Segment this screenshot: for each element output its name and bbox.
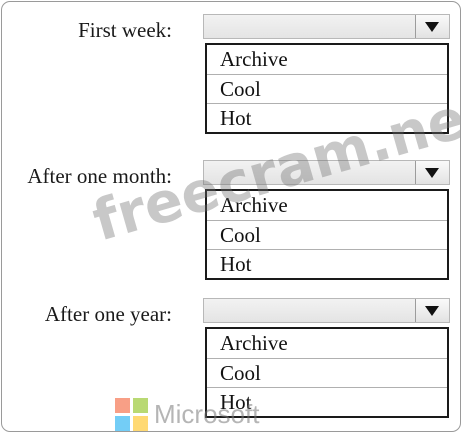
option-archive[interactable]: Archive xyxy=(207,191,447,220)
dropdown-arrow-button[interactable] xyxy=(415,299,449,322)
option-cool[interactable]: Cool xyxy=(207,220,447,249)
logo-square-blue xyxy=(115,416,130,431)
dropdown-selected-value[interactable] xyxy=(204,161,416,184)
dropdown-arrow-button[interactable] xyxy=(415,161,449,184)
question-label-after-one-year: After one year: xyxy=(44,302,172,326)
caret-down-icon xyxy=(425,306,439,316)
option-archive[interactable]: Archive xyxy=(207,45,447,74)
after-one-year-dropdown[interactable] xyxy=(203,298,450,323)
option-hot[interactable]: Hot xyxy=(207,387,447,416)
dropdown-selected-value[interactable] xyxy=(204,299,416,322)
caret-down-icon xyxy=(425,22,439,32)
option-hot[interactable]: Hot xyxy=(207,249,447,278)
caret-down-icon xyxy=(425,168,439,178)
option-hot[interactable]: Hot xyxy=(207,103,447,132)
logo-square-yellow xyxy=(133,416,148,431)
logo-square-green xyxy=(133,398,148,413)
after-one-month-dropdown[interactable] xyxy=(203,160,450,185)
first-week-options-list: Archive Cool Hot xyxy=(205,43,449,134)
option-cool[interactable]: Cool xyxy=(207,358,447,387)
option-cool[interactable]: Cool xyxy=(207,74,447,103)
microsoft-grid-icon xyxy=(115,398,148,431)
question-label-after-one-month: After one month: xyxy=(27,164,172,188)
after-one-month-options-list: Archive Cool Hot xyxy=(205,189,449,280)
question-label-first-week: First week: xyxy=(78,18,172,42)
first-week-dropdown[interactable] xyxy=(203,14,450,39)
after-one-year-options-list: Archive Cool Hot xyxy=(205,327,449,418)
logo-square-red xyxy=(115,398,130,413)
option-archive[interactable]: Archive xyxy=(207,329,447,358)
answer-area-panel: First week: Archive Cool Hot After one m… xyxy=(1,1,461,432)
dropdown-arrow-button[interactable] xyxy=(415,15,449,38)
dropdown-selected-value[interactable] xyxy=(204,15,416,38)
